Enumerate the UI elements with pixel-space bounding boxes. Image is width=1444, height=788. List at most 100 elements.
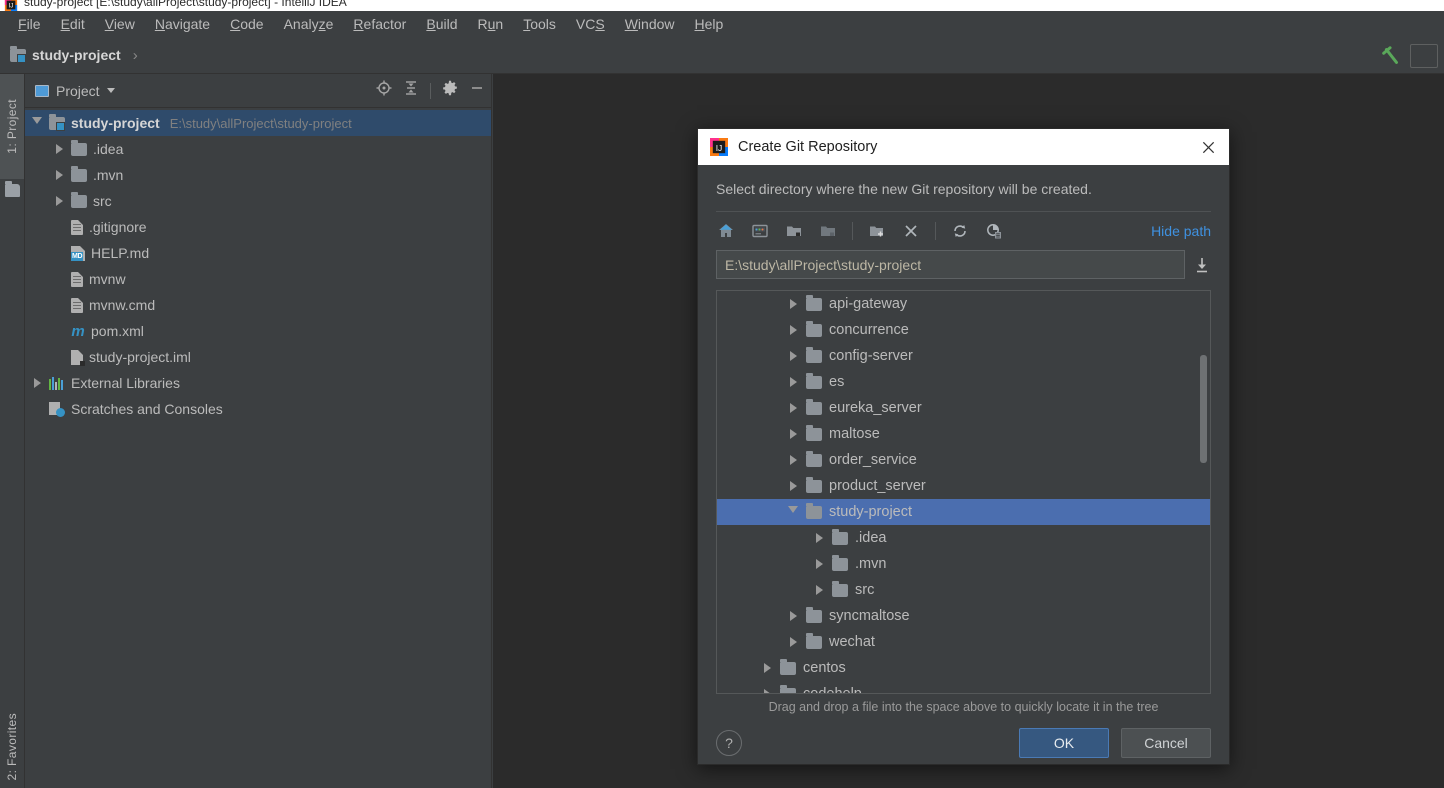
directory-tree-row[interactable]: study-project — [717, 499, 1210, 525]
directory-tree-row[interactable]: concurrence — [717, 317, 1210, 343]
directory-tree-row[interactable]: .mvn — [717, 551, 1210, 577]
directory-tree-row[interactable]: order_service — [717, 447, 1210, 473]
project-tree-row[interactable]: mvnw — [25, 266, 491, 292]
project-dir-icon[interactable] — [784, 221, 804, 241]
chevron-right-icon[interactable] — [787, 481, 799, 491]
menu-item-edit[interactable]: Edit — [51, 14, 95, 34]
chevron-right-icon[interactable] — [787, 403, 799, 413]
chevron-right-icon[interactable] — [31, 378, 43, 388]
path-input[interactable]: E:\study\allProject\study-project — [716, 250, 1185, 279]
sidebar-item-favorites[interactable]: 2: Favorites — [0, 706, 24, 788]
menu-item-file[interactable]: File — [8, 14, 51, 34]
chevron-right-icon[interactable] — [813, 585, 825, 595]
breadcrumb[interactable]: study-project › — [10, 45, 138, 64]
refresh-icon[interactable] — [950, 221, 970, 241]
project-tree-row[interactable]: .gitignore — [25, 214, 491, 240]
file-icon — [71, 219, 83, 235]
directory-tree-row[interactable]: codehelp — [717, 681, 1210, 693]
chevron-right-icon[interactable] — [813, 559, 825, 569]
folder-icon[interactable] — [5, 181, 20, 197]
chevron-right-icon[interactable] — [53, 144, 65, 154]
module-dir-icon[interactable] — [818, 221, 838, 241]
menu-item-refactor[interactable]: Refactor — [343, 14, 416, 34]
left-tool-strip: 1: Project 2: Favorites — [0, 74, 25, 788]
delete-icon[interactable] — [901, 221, 921, 241]
chevron-right-icon[interactable] — [787, 299, 799, 309]
directory-tree-row-label: .idea — [855, 530, 887, 546]
menu-item-tools[interactable]: Tools — [513, 14, 566, 34]
directory-tree[interactable]: api-gateway concurrence config-server es eur… — [717, 291, 1210, 693]
chevron-right-icon[interactable] — [787, 637, 799, 647]
project-tree[interactable]: study-project E:\study\allProject\study-p… — [25, 108, 491, 422]
menu-item-navigate[interactable]: Navigate — [145, 14, 220, 34]
chevron-right-icon[interactable] — [813, 533, 825, 543]
chevron-right-icon[interactable] — [761, 663, 773, 673]
home-icon[interactable] — [716, 221, 736, 241]
menu-item-run[interactable]: Run — [468, 14, 514, 34]
directory-tree-row[interactable]: es — [717, 369, 1210, 395]
chevron-right-icon[interactable] — [787, 351, 799, 361]
minimize-icon[interactable] — [469, 80, 485, 101]
chevron-right-icon[interactable] — [787, 455, 799, 465]
project-tree-row[interactable]: m pom.xml — [25, 318, 491, 344]
directory-tree-panel[interactable]: api-gateway concurrence config-server es eur… — [716, 290, 1211, 694]
project-tree-row[interactable]: .mvn — [25, 162, 491, 188]
directory-tree-row[interactable]: config-server — [717, 343, 1210, 369]
directory-tree-row[interactable]: product_server — [717, 473, 1210, 499]
menu-item-window[interactable]: Window — [615, 14, 685, 34]
show-hidden-icon[interactable] — [984, 221, 1004, 241]
download-arrow-icon[interactable] — [1193, 254, 1211, 276]
desktop-icon[interactable] — [750, 221, 770, 241]
project-panel-title[interactable]: Project — [35, 83, 115, 99]
directory-tree-scrollbar[interactable] — [1199, 291, 1209, 693]
close-icon[interactable] — [1195, 134, 1221, 160]
directory-tree-row[interactable]: maltose — [717, 421, 1210, 447]
project-tree-row[interactable]: Scratches and Consoles — [25, 396, 491, 422]
directory-tree-row[interactable]: api-gateway — [717, 291, 1210, 317]
menu-item-build[interactable]: Build — [416, 14, 467, 34]
chevron-down-icon[interactable] — [31, 117, 43, 129]
cancel-button[interactable]: Cancel — [1121, 728, 1211, 758]
project-tree-row[interactable]: .idea — [25, 136, 491, 162]
drag-drop-hint: Drag and drop a file into the space abov… — [768, 700, 1159, 714]
help-button[interactable]: ? — [716, 730, 742, 756]
navbar-search-box[interactable] — [1410, 43, 1438, 68]
collapse-all-icon[interactable] — [403, 80, 419, 101]
hide-path-link[interactable]: Hide path — [1151, 223, 1211, 239]
directory-tree-row[interactable]: .idea — [717, 525, 1210, 551]
scrollbar-thumb[interactable] — [1200, 355, 1207, 463]
project-tree-row[interactable]: External Libraries — [25, 370, 491, 396]
chevron-down-icon[interactable] — [787, 506, 799, 518]
directory-tree-row-label: .mvn — [855, 556, 887, 572]
project-tree-row[interactable]: study-project E:\study\allProject\study-p… — [25, 110, 491, 136]
project-tree-row[interactable]: src — [25, 188, 491, 214]
chevron-right-icon[interactable] — [787, 611, 799, 621]
directory-tree-row[interactable]: syncmaltose — [717, 603, 1210, 629]
project-tree-row[interactable]: mvnw.cmd — [25, 292, 491, 318]
chevron-right-icon[interactable] — [53, 196, 65, 206]
sidebar-item-project[interactable]: 1: Project — [0, 74, 24, 179]
chevron-right-icon[interactable] — [787, 377, 799, 387]
directory-tree-row[interactable]: wechat — [717, 629, 1210, 655]
chevron-right-icon[interactable] — [53, 170, 65, 180]
menu-item-vcs[interactable]: VCS — [566, 14, 615, 34]
menu-item-help[interactable]: Help — [685, 14, 734, 34]
chevron-right-icon[interactable] — [761, 689, 773, 693]
chevron-right-icon[interactable] — [787, 429, 799, 439]
gear-icon[interactable] — [442, 80, 458, 101]
menu-item-code[interactable]: Code — [220, 14, 273, 34]
chevron-down-icon[interactable] — [106, 88, 115, 93]
menu-item-analyze[interactable]: Analyze — [274, 14, 344, 34]
directory-tree-row[interactable]: src — [717, 577, 1210, 603]
project-tree-row[interactable]: study-project.iml — [25, 344, 491, 370]
chevron-right-icon[interactable] — [787, 325, 799, 335]
menu-item-view[interactable]: View — [95, 14, 145, 34]
hammer-icon[interactable] — [1376, 43, 1406, 69]
directory-tree-row[interactable]: eureka_server — [717, 395, 1210, 421]
new-folder-icon[interactable] — [867, 221, 887, 241]
project-tree-row[interactable]: MD HELP.md — [25, 240, 491, 266]
ok-button[interactable]: OK — [1019, 728, 1109, 758]
directory-tree-row[interactable]: centos — [717, 655, 1210, 681]
project-tree-row-label: .mvn — [93, 167, 124, 183]
locate-icon[interactable] — [376, 80, 392, 101]
